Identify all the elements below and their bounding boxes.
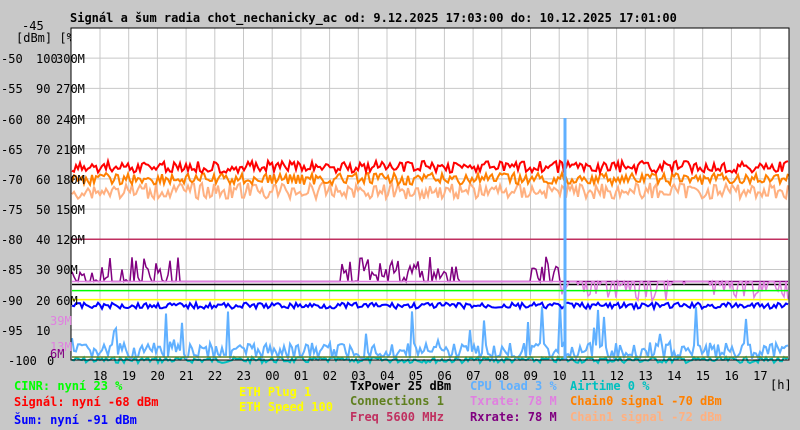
y-tick-label-dbm: -45 bbox=[22, 19, 44, 33]
legend-connections: Connections 1 bbox=[350, 394, 444, 408]
y-tick-label-rate: 210M bbox=[56, 142, 85, 157]
y-tick-label-rate: 300M bbox=[56, 52, 85, 67]
x-tick-label: 15 bbox=[695, 369, 711, 383]
x-tick-label: 14 bbox=[667, 369, 682, 383]
rate-marker-label: 39M bbox=[50, 313, 72, 328]
y-tick-label-dbm: -55 bbox=[1, 82, 23, 97]
y-tick-label-pct: 90 bbox=[36, 82, 51, 97]
y-tick-label-rate: 120M bbox=[56, 233, 85, 248]
y-tick-label-pct: 40 bbox=[36, 233, 51, 248]
x-tick-label: 02 bbox=[322, 369, 338, 383]
y-tick-label-pct: 20 bbox=[36, 293, 51, 308]
y-tick-label-rate: 150M bbox=[56, 203, 85, 218]
y-tick-label-dbm: -100 bbox=[8, 354, 37, 368]
legend-freq: Freq 5600 MHz bbox=[350, 410, 444, 424]
x-tick-label: 01 bbox=[293, 369, 309, 383]
plot-background bbox=[71, 28, 789, 360]
y-tick-label-pct: 70 bbox=[36, 142, 51, 157]
y-tick-label-dbm: -75 bbox=[1, 203, 23, 218]
y-tick-label-pct: 30 bbox=[36, 263, 51, 278]
plot-area bbox=[70, 27, 790, 366]
y-tick-label-dbm: -80 bbox=[1, 233, 23, 248]
legend-txpower: TxPower 25 dBm bbox=[350, 379, 452, 393]
x-tick-label: 20 bbox=[150, 369, 165, 383]
legend-rxrate: Rxrate: 78 M bbox=[470, 410, 557, 424]
legend-cpu: CPU load 3 % bbox=[470, 379, 557, 393]
x-unit-label: [h] bbox=[770, 378, 792, 392]
y-tick-label-pct: 80 bbox=[36, 112, 51, 127]
legend-chain0: Chain0 signal -70 dBm bbox=[570, 394, 722, 408]
y-tick-label-rate: 90M bbox=[56, 263, 78, 278]
chart-image: Signál a šum radia chot_nechanicky_ac od… bbox=[0, 0, 800, 430]
x-tick-label: 16 bbox=[724, 369, 739, 383]
y-tick-label-dbm: -50 bbox=[1, 52, 23, 67]
legend-chain1: Chain1 signal -72 dBm bbox=[570, 410, 722, 424]
y-tick-label-dbm: -70 bbox=[1, 172, 23, 187]
y-tick-label-rate: 60M bbox=[56, 293, 78, 308]
y-tick-label-pct: 100 bbox=[36, 52, 58, 67]
legend-noise: Šum: nyní -91 dBm bbox=[14, 413, 137, 427]
rate-marker-label: 6M bbox=[50, 346, 65, 361]
y-tick-label-dbm: -90 bbox=[1, 293, 23, 308]
y-tick-label-dbm: -65 bbox=[1, 142, 23, 157]
y-tick-label-pct: 50 bbox=[36, 203, 51, 218]
legend-signal: Signál: nyní -68 dBm bbox=[14, 395, 159, 409]
legend-eth-speed: ETH Speed 100 bbox=[239, 400, 333, 414]
y-tick-label-rate: 240M bbox=[56, 112, 85, 127]
y-tick-label-rate: 270M bbox=[56, 82, 85, 97]
x-tick-label: 17 bbox=[753, 369, 768, 383]
x-tick-label: 00 bbox=[265, 369, 280, 383]
legend-cinr: CINR: nyní 23 % bbox=[14, 379, 123, 393]
y-tick-label-rate: 180M bbox=[56, 172, 85, 187]
x-tick-label: 22 bbox=[207, 369, 223, 383]
x-tick-label: 19 bbox=[121, 369, 137, 383]
y-tick-label-pct: 10 bbox=[36, 323, 51, 338]
y-tick-label-dbm: -95 bbox=[1, 323, 23, 338]
y-tick-label-dbm: -60 bbox=[1, 112, 23, 127]
legend-txrate: Txrate: 78 M bbox=[470, 394, 557, 408]
legend-eth-plug: ETH Plug 1 bbox=[239, 385, 312, 399]
legend-airtime: Airtime 0 % bbox=[570, 379, 650, 393]
x-tick-label: 21 bbox=[179, 369, 194, 383]
y-tick-label-dbm: -85 bbox=[1, 263, 23, 278]
y-tick-label-pct: 60 bbox=[36, 172, 51, 187]
x-tick-label: 23 bbox=[236, 369, 251, 383]
